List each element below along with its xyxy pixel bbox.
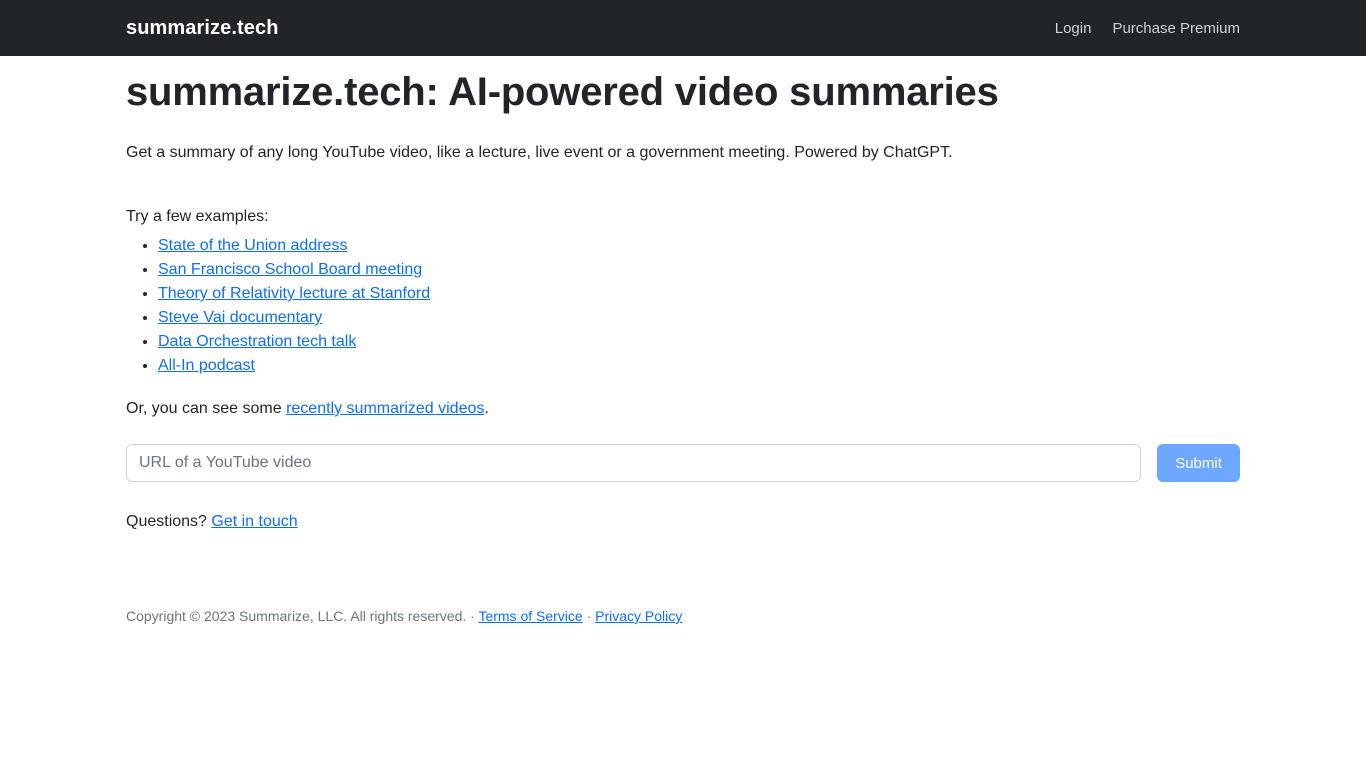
recent-videos-line: Or, you can see some recently summarized… xyxy=(126,378,1240,421)
nav-links: Login Purchase Premium xyxy=(1055,21,1240,36)
summarize-form: Submit xyxy=(126,421,1240,482)
get-in-touch-link[interactable]: Get in touch xyxy=(211,513,297,530)
submit-button[interactable]: Submit xyxy=(1157,444,1240,482)
footer: Copyright © 2023 Summarize, LLC. All rig… xyxy=(126,534,1240,627)
list-item: Data Orchestration tech talk xyxy=(158,330,1240,354)
nav-link-purchase-premium[interactable]: Purchase Premium xyxy=(1112,21,1240,36)
example-link-data-orchestration[interactable]: Data Orchestration tech talk xyxy=(158,333,356,350)
examples-list: State of the Union address San Francisco… xyxy=(126,229,1240,378)
recent-prefix-text: Or, you can see some xyxy=(126,400,287,417)
nav-link-login[interactable]: Login xyxy=(1055,21,1092,36)
list-item: State of the Union address xyxy=(158,234,1240,258)
page-title: summarize.tech: AI-powered video summari… xyxy=(126,70,999,114)
privacy-policy-link[interactable]: Privacy Policy xyxy=(595,608,682,624)
top-navbar: summarize.tech Login Purchase Premium xyxy=(0,0,1366,56)
brand-logo[interactable]: summarize.tech xyxy=(126,18,279,38)
list-item: Theory of Relativity lecture at Stanford xyxy=(158,282,1240,306)
questions-prefix-text: Questions? xyxy=(126,513,212,530)
list-item: Steve Vai documentary xyxy=(158,306,1240,330)
terms-of-service-link[interactable]: Terms of Service xyxy=(478,608,582,624)
example-link-all-in-podcast[interactable]: All-In podcast xyxy=(158,357,255,374)
questions-line: Questions? Get in touch xyxy=(126,482,1240,534)
youtube-url-input[interactable] xyxy=(126,444,1142,482)
example-link-steve-vai[interactable]: Steve Vai documentary xyxy=(158,309,322,326)
footer-copyright: Copyright © 2023 Summarize, LLC. All rig… xyxy=(126,608,475,624)
lead-description: Get a summary of any long YouTube video,… xyxy=(126,144,953,161)
examples-intro: Try a few examples: xyxy=(126,208,269,225)
main-content: summarize.tech: AI-powered video summari… xyxy=(0,56,1366,627)
example-link-state-of-the-union[interactable]: State of the Union address xyxy=(158,237,347,254)
example-link-theory-of-relativity[interactable]: Theory of Relativity lecture at Stanford xyxy=(158,285,430,302)
example-link-sf-school-board[interactable]: San Francisco School Board meeting xyxy=(158,261,422,278)
recently-summarized-videos-link[interactable]: recently summarized videos xyxy=(286,400,484,417)
list-item: All-In podcast xyxy=(158,354,1240,378)
recent-suffix-text: . xyxy=(484,400,489,417)
footer-separator: · xyxy=(586,608,592,624)
list-item: San Francisco School Board meeting xyxy=(158,258,1240,282)
